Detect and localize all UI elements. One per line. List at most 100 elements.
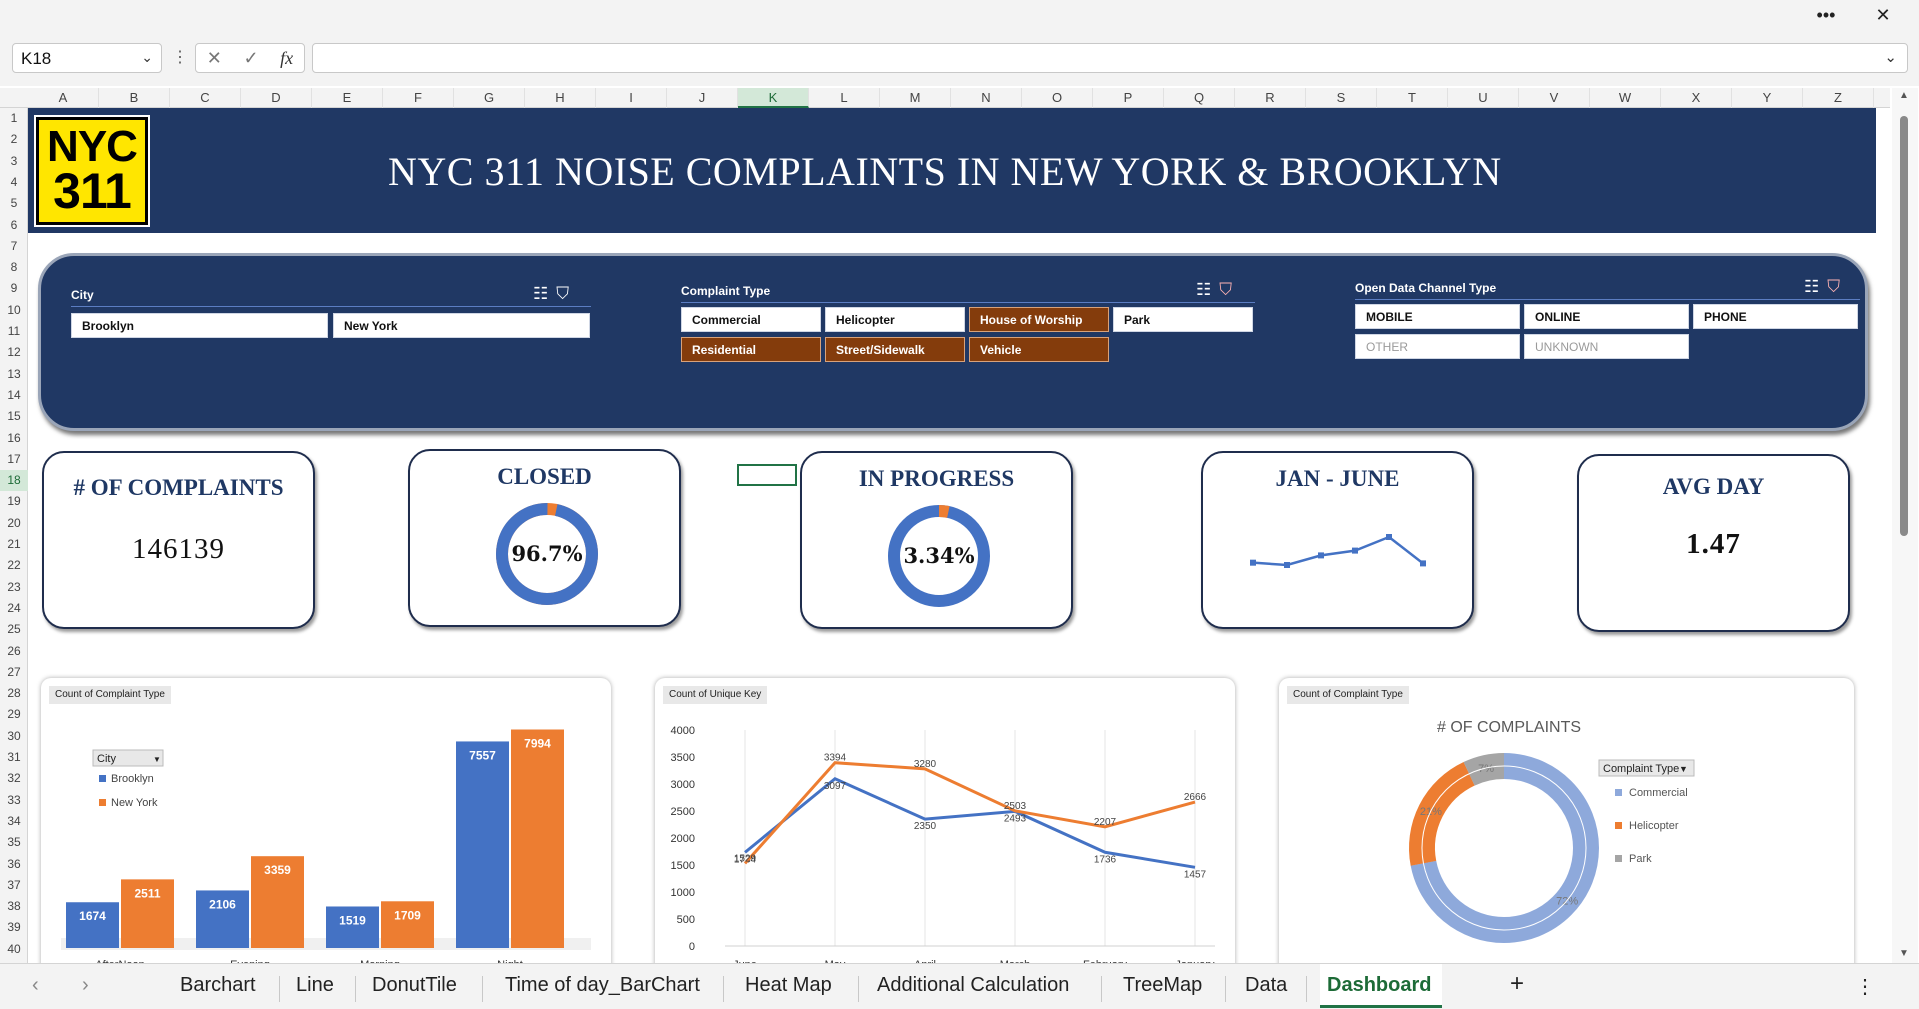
row-header-4[interactable]: 4: [0, 172, 28, 193]
row-header-1[interactable]: 1: [0, 108, 28, 129]
column-header-g[interactable]: G: [454, 88, 525, 108]
donut-chart-panel[interactable]: Count of Complaint Type # OF COMPLAINTS 7…: [1279, 678, 1854, 963]
row-header-20[interactable]: 20: [0, 513, 28, 534]
column-header-y[interactable]: Y: [1732, 88, 1803, 108]
column-header-r[interactable]: R: [1235, 88, 1306, 108]
column-header-x[interactable]: X: [1661, 88, 1732, 108]
name-box[interactable]: K18 ⌄: [12, 43, 162, 73]
tab-additional-calculation[interactable]: Additional Calculation: [877, 974, 1069, 997]
tab-heat-map[interactable]: Heat Map: [745, 974, 832, 997]
row-header-15[interactable]: 15: [0, 406, 28, 427]
clear-filter-icon[interactable]: ⛉: [1827, 277, 1848, 296]
clear-filter-icon[interactable]: ⛉: [556, 284, 577, 303]
slicer-item-vehicle[interactable]: Vehicle: [969, 337, 1109, 362]
row-header-5[interactable]: 5: [0, 193, 28, 214]
slicer-item-brooklyn[interactable]: Brooklyn: [71, 313, 328, 338]
row-header-10[interactable]: 10: [0, 300, 28, 321]
row-header-28[interactable]: 28: [0, 683, 28, 704]
row-header-6[interactable]: 6: [0, 215, 28, 236]
row-header-14[interactable]: 14: [0, 385, 28, 406]
column-header-w[interactable]: W: [1590, 88, 1661, 108]
row-header-40[interactable]: 40: [0, 939, 28, 960]
column-header-j[interactable]: J: [667, 88, 738, 108]
column-header-p[interactable]: P: [1093, 88, 1164, 108]
formula-input[interactable]: ⌄: [312, 43, 1908, 73]
row-header-36[interactable]: 36: [0, 854, 28, 875]
chevron-down-icon[interactable]: ⌄: [141, 49, 153, 66]
scroll-thumb[interactable]: [1900, 116, 1908, 536]
column-header-l[interactable]: L: [809, 88, 880, 108]
column-header-u[interactable]: U: [1448, 88, 1519, 108]
function-icon[interactable]: fx: [280, 48, 293, 69]
row-header-33[interactable]: 33: [0, 790, 28, 811]
column-header-h[interactable]: H: [525, 88, 596, 108]
row-header-21[interactable]: 21: [0, 534, 28, 555]
row-header-8[interactable]: 8: [0, 257, 28, 278]
column-header-f[interactable]: F: [383, 88, 454, 108]
slicer-item-other[interactable]: OTHER: [1355, 334, 1520, 359]
bar-chart-panel[interactable]: Count of Complaint Type City ▼ Brooklyn New…: [41, 678, 611, 963]
row-header-31[interactable]: 31: [0, 747, 28, 768]
column-header-q[interactable]: Q: [1164, 88, 1235, 108]
row-header-2[interactable]: 2: [0, 129, 28, 150]
chevron-right-icon[interactable]: ›: [82, 974, 89, 997]
row-header-38[interactable]: 38: [0, 896, 28, 917]
slicer-item-unknown[interactable]: UNKNOWN: [1524, 334, 1689, 359]
column-header-e[interactable]: E: [312, 88, 383, 108]
cancel-icon[interactable]: ✕: [207, 48, 222, 69]
tab-line[interactable]: Line: [296, 974, 334, 997]
row-header-39[interactable]: 39: [0, 917, 28, 938]
row-header-25[interactable]: 25: [0, 619, 28, 640]
slicer-item-street-sidewalk[interactable]: Street/Sidewalk: [825, 337, 965, 362]
row-header-16[interactable]: 16: [0, 428, 28, 449]
tab-dashboard[interactable]: Dashboard: [1327, 974, 1431, 997]
column-header-o[interactable]: O: [1022, 88, 1093, 108]
row-header-7[interactable]: 7: [0, 236, 28, 257]
add-sheet-button[interactable]: +: [1510, 970, 1524, 998]
column-header-v[interactable]: V: [1519, 88, 1590, 108]
line-chart-panel[interactable]: Count of Unique Key 0 500 1000 1500 2000 2500…: [655, 678, 1235, 963]
column-header-i[interactable]: I: [596, 88, 667, 108]
row-header-29[interactable]: 29: [0, 704, 28, 725]
row-header-24[interactable]: 24: [0, 598, 28, 619]
slicer-item-helicopter[interactable]: Helicopter: [825, 307, 965, 332]
more-icon[interactable]: •••: [1803, 0, 1849, 30]
column-header-c[interactable]: C: [170, 88, 241, 108]
expand-formula-icon[interactable]: ⌄: [1884, 48, 1897, 66]
row-header-26[interactable]: 26: [0, 641, 28, 662]
row-header-30[interactable]: 30: [0, 726, 28, 747]
column-header-n[interactable]: N: [951, 88, 1022, 108]
slicer-item-new-york[interactable]: New York: [333, 313, 590, 338]
slicer-item-online[interactable]: ONLINE: [1524, 304, 1689, 329]
clear-filter-icon[interactable]: ⛉: [1219, 280, 1240, 299]
check-icon[interactable]: ✓: [243, 48, 258, 69]
tab-time-of-day-barchart[interactable]: Time of day_BarChart: [505, 974, 700, 997]
formula-options-icon[interactable]: ⋮: [172, 47, 188, 67]
tab-treemap[interactable]: TreeMap: [1123, 974, 1202, 997]
column-header-b[interactable]: B: [99, 88, 170, 108]
row-header-35[interactable]: 35: [0, 832, 28, 853]
vertical-scrollbar[interactable]: ▲ ▼: [1892, 88, 1918, 963]
row-header-12[interactable]: 12: [0, 342, 28, 363]
row-header-9[interactable]: 9: [0, 278, 28, 299]
column-header-t[interactable]: T: [1377, 88, 1448, 108]
multi-select-icon[interactable]: ☷: [1196, 280, 1219, 299]
row-header-34[interactable]: 34: [0, 811, 28, 832]
row-header-37[interactable]: 37: [0, 875, 28, 896]
column-header-d[interactable]: D: [241, 88, 312, 108]
slicer-item-mobile[interactable]: MOBILE: [1355, 304, 1520, 329]
row-header-22[interactable]: 22: [0, 555, 28, 576]
row-header-32[interactable]: 32: [0, 768, 28, 789]
slicer-item-residential[interactable]: Residential: [681, 337, 821, 362]
column-header-m[interactable]: M: [880, 88, 951, 108]
tab-data[interactable]: Data: [1245, 974, 1287, 997]
row-header-13[interactable]: 13: [0, 364, 28, 385]
scroll-up-icon[interactable]: ▲: [1899, 90, 1909, 101]
column-header-s[interactable]: S: [1306, 88, 1377, 108]
multi-select-icon[interactable]: ☷: [1804, 277, 1827, 296]
slicer-item-park[interactable]: Park: [1113, 307, 1253, 332]
close-icon[interactable]: ✕: [1860, 0, 1906, 30]
slicer-item-commercial[interactable]: Commercial: [681, 307, 821, 332]
row-header-17[interactable]: 17: [0, 449, 28, 470]
scroll-down-icon[interactable]: ▼: [1899, 948, 1909, 959]
